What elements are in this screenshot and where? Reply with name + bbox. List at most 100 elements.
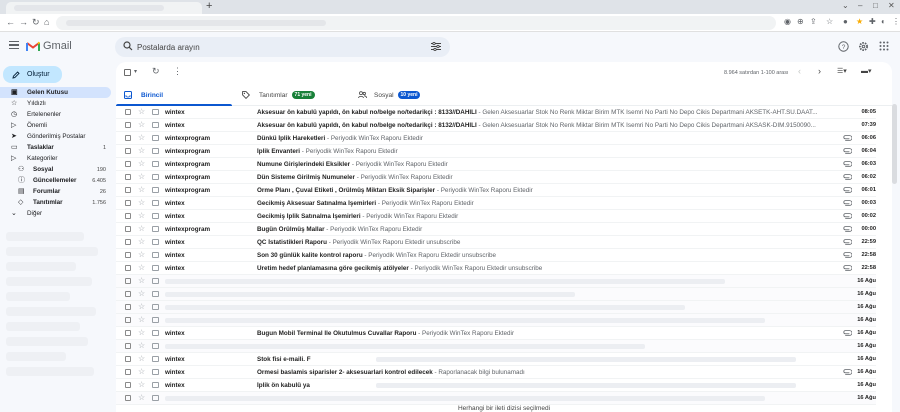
next-page-icon[interactable]: › <box>818 66 821 76</box>
row-checkbox[interactable] <box>125 187 131 193</box>
location-icon[interactable]: ◉ <box>784 17 791 26</box>
star-icon[interactable]: ☆ <box>138 328 145 338</box>
refresh-icon[interactable]: ↻ <box>152 66 160 77</box>
email-row[interactable]: ☆ wintex Gecikmiş İplik Satınalma İşemirle… <box>116 210 876 223</box>
attachment-icon[interactable] <box>843 174 852 180</box>
important-marker-icon[interactable] <box>152 161 159 167</box>
row-checkbox[interactable] <box>125 369 131 375</box>
sidebar-item[interactable]: ◷ Ertelenenler <box>0 109 112 120</box>
back-icon[interactable]: ← <box>6 17 15 27</box>
email-row[interactable]: ☆ wintex Aksesuar ön kabulü yapıldı, ön ka… <box>116 119 876 132</box>
email-row[interactable]: ☆ wintex Bugun Mobil Terminal Ile Okutulmu… <box>116 327 876 340</box>
more-vert-icon[interactable]: ⋮ <box>173 66 182 77</box>
tab-social[interactable]: Sosyal 10 yeni <box>358 84 421 106</box>
important-marker-icon[interactable] <box>152 343 159 349</box>
attachment-icon[interactable] <box>843 213 852 219</box>
row-checkbox[interactable] <box>125 122 131 128</box>
important-marker-icon[interactable] <box>152 135 159 141</box>
menu-icon[interactable] <box>9 41 19 50</box>
important-marker-icon[interactable] <box>152 369 159 375</box>
row-checkbox[interactable] <box>125 395 131 401</box>
important-marker-icon[interactable] <box>152 200 159 206</box>
attachment-icon[interactable] <box>843 265 852 271</box>
sidebar-item[interactable]: ▭ Taslaklar 1 <box>0 142 112 153</box>
density-icon[interactable]: ☰▾ <box>837 67 847 75</box>
email-row[interactable]: ☆ wintex Gecikmiş Aksesuar Satınalma İşemi… <box>116 197 876 210</box>
new-tab-button[interactable]: + <box>206 0 212 12</box>
important-marker-icon[interactable] <box>152 265 159 271</box>
select-all-checkbox[interactable] <box>124 69 131 76</box>
star-icon[interactable]: ☆ <box>138 263 145 273</box>
important-marker-icon[interactable] <box>152 382 159 388</box>
reload-icon[interactable]: ↻ <box>32 17 40 28</box>
row-checkbox[interactable] <box>125 213 131 219</box>
email-row[interactable]: ☆ 16 Ağu <box>116 340 876 353</box>
important-marker-icon[interactable] <box>152 356 159 362</box>
row-checkbox[interactable] <box>125 317 131 323</box>
email-row[interactable]: ☆ wintex Stok fisi e-maili. F 16 Ağu <box>116 353 876 366</box>
important-marker-icon[interactable] <box>152 187 159 193</box>
star-icon[interactable]: ☆ <box>138 198 145 208</box>
star-icon[interactable]: ☆ <box>138 302 145 312</box>
star-icon[interactable]: ☆ <box>138 354 145 364</box>
maximize-icon[interactable]: □ <box>873 1 878 10</box>
row-checkbox[interactable] <box>125 174 131 180</box>
row-checkbox[interactable] <box>125 252 131 258</box>
sidebar-item[interactable]: ⌄ Diğer <box>0 208 112 219</box>
star-icon[interactable]: ☆ <box>138 172 145 182</box>
star-icon[interactable]: ☆ <box>138 367 145 377</box>
important-marker-icon[interactable] <box>152 278 159 284</box>
share-icon[interactable]: ⇪ <box>810 17 817 26</box>
email-row[interactable]: ☆ 16 Ağu <box>116 275 876 288</box>
profile-icon[interactable]: ◐ <box>881 17 886 26</box>
important-marker-icon[interactable] <box>152 226 159 232</box>
important-marker-icon[interactable] <box>152 109 159 115</box>
important-marker-icon[interactable] <box>152 330 159 336</box>
split-pane-icon[interactable]: ▬▾ <box>861 67 872 75</box>
star-icon[interactable]: ☆ <box>138 159 145 169</box>
puzzle-icon[interactable]: ✚ <box>869 17 876 26</box>
minimize-icon[interactable]: – <box>858 1 862 10</box>
row-checkbox[interactable] <box>125 226 131 232</box>
star-icon[interactable]: ☆ <box>138 224 145 234</box>
extension-pin-icon[interactable]: ● <box>843 17 848 26</box>
email-row[interactable]: ☆ 16 Ağu <box>116 288 876 301</box>
important-marker-icon[interactable] <box>152 317 159 323</box>
email-row[interactable]: ☆ 16 Ağu <box>116 301 876 314</box>
important-marker-icon[interactable] <box>152 174 159 180</box>
star-icon[interactable]: ☆ <box>138 289 145 299</box>
email-row[interactable]: ☆ wintex Örmesi baslamis siparisler 2- aks… <box>116 366 876 379</box>
row-checkbox[interactable] <box>125 265 131 271</box>
email-row[interactable]: ☆ wintexprogram Numune Girişlerindeki Eksi… <box>116 158 876 171</box>
row-checkbox[interactable] <box>125 161 131 167</box>
zoom-icon[interactable]: ⊕ <box>797 17 804 26</box>
email-row[interactable]: ☆ wintexprogram Dünkü İplik Hareketleri - … <box>116 132 876 145</box>
row-checkbox[interactable] <box>125 382 131 388</box>
email-row[interactable]: ☆ 16 Ağu <box>116 314 876 327</box>
star-icon[interactable]: ☆ <box>138 120 145 130</box>
attachment-icon[interactable] <box>843 226 852 232</box>
email-row[interactable]: ☆ 16 Ağu <box>116 392 876 405</box>
row-checkbox[interactable] <box>125 330 131 336</box>
attachment-icon[interactable] <box>843 252 852 258</box>
sidebar-item[interactable]: ➤ Gönderilmiş Postalar <box>0 131 112 142</box>
attachment-icon[interactable] <box>843 369 852 375</box>
star-icon[interactable]: ☆ <box>138 211 145 221</box>
compose-button[interactable]: Oluştur <box>3 66 62 83</box>
prev-page-icon[interactable]: ‹ <box>798 66 801 76</box>
search-options-icon[interactable] <box>431 42 441 51</box>
sidebar-item[interactable]: ▷ Kategoriler <box>0 153 112 164</box>
star-icon[interactable]: ☆ <box>138 237 145 247</box>
email-row[interactable]: ☆ wintex Üretim hedef planlamasına göre ge… <box>116 262 876 275</box>
star-icon[interactable]: ☆ <box>138 133 145 143</box>
sidebar-item[interactable]: ◇ Tanıtımlar 1.756 <box>0 197 112 208</box>
attachment-icon[interactable] <box>843 200 852 206</box>
email-row[interactable]: ☆ wintex Aksesuar ön kabulü yapıldı, ön ka… <box>116 106 876 119</box>
gear-icon[interactable] <box>858 41 869 52</box>
star-icon[interactable]: ☆ <box>138 146 145 156</box>
row-checkbox[interactable] <box>125 278 131 284</box>
sidebar-item[interactable]: ☆ Yıldızlı <box>0 98 112 109</box>
row-checkbox[interactable] <box>125 109 131 115</box>
star-icon[interactable]: ☆ <box>138 380 145 390</box>
scrollbar[interactable] <box>892 104 897 184</box>
